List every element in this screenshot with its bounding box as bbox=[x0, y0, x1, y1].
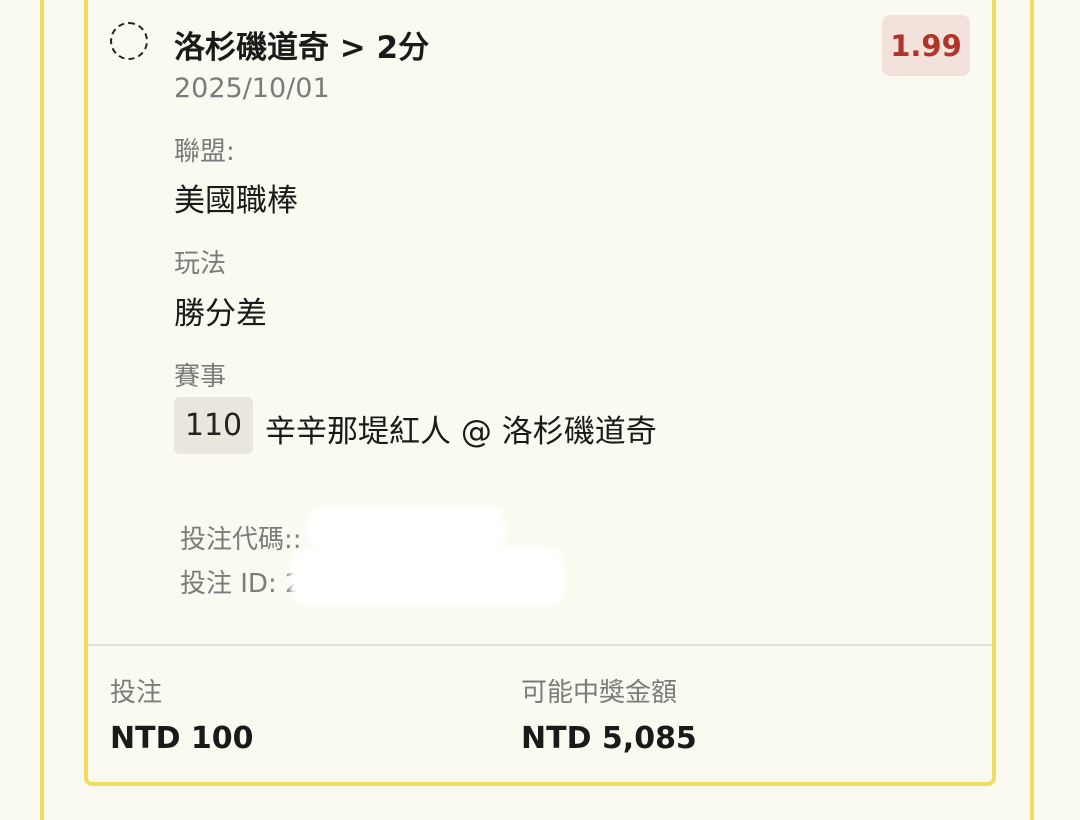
redaction-mask bbox=[306, 506, 506, 552]
league-label: 聯盟: bbox=[174, 137, 235, 167]
bet-code: 投注代碼:: bbox=[180, 525, 302, 555]
match-number-badge: 110 bbox=[174, 397, 253, 454]
bet-slip-card bbox=[84, 0, 996, 786]
redaction-mask bbox=[290, 548, 565, 606]
match-name: 辛辛那堤紅人 @ 洛杉磯道奇 bbox=[265, 414, 657, 450]
market-label: 玩法 bbox=[174, 249, 227, 279]
potential-payout-label: 可能中獎金額 bbox=[521, 678, 678, 708]
market-value: 勝分差 bbox=[174, 296, 267, 332]
pending-status-icon bbox=[110, 22, 148, 60]
bet-selection-title: 洛杉磯道奇 > 2分 bbox=[174, 30, 430, 66]
stake-label: 投注 bbox=[110, 678, 163, 708]
summary-divider bbox=[88, 644, 992, 646]
potential-payout-value: NTD 5,085 bbox=[521, 721, 697, 756]
bet-id: 投注 ID: 2 bbox=[180, 569, 302, 599]
event-label: 賽事 bbox=[174, 362, 227, 392]
league-value: 美國職棒 bbox=[174, 183, 298, 219]
bet-date: 2025/10/01 bbox=[174, 73, 330, 104]
stake-value: NTD 100 bbox=[110, 721, 254, 756]
odds-badge: 1.99 bbox=[882, 15, 970, 76]
